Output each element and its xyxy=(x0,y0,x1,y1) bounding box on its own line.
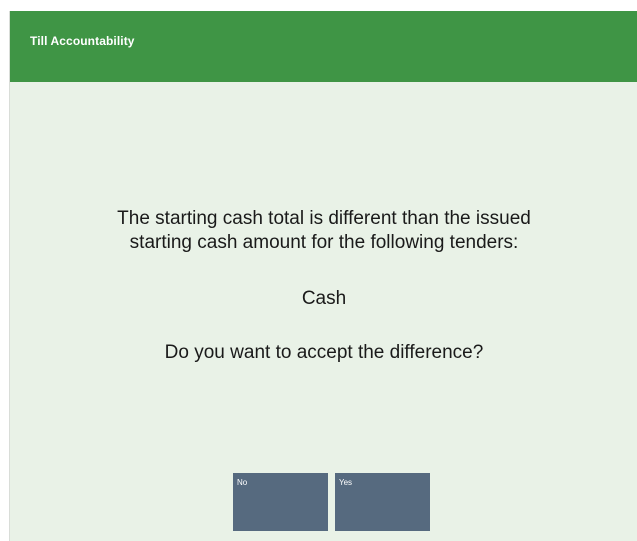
prompt-line-1: The starting cash total is different tha… xyxy=(117,208,531,229)
no-button[interactable]: No xyxy=(233,473,328,531)
no-button-label: No xyxy=(237,478,248,487)
prompt-line-2: starting cash amount for the following t… xyxy=(129,232,519,253)
prompt-message: The starting cash total is different tha… xyxy=(10,207,637,255)
confirm-question: Do you want to accept the difference? xyxy=(164,342,484,363)
tender-name: Cash xyxy=(301,288,347,309)
window-title: Till Accountability xyxy=(30,34,135,48)
yes-button-label: Yes xyxy=(339,478,353,487)
title-bar: Till Accountability xyxy=(10,11,637,82)
dialog-window: Till Accountability The starting cash to… xyxy=(9,11,637,541)
yes-button[interactable]: Yes xyxy=(335,473,430,531)
